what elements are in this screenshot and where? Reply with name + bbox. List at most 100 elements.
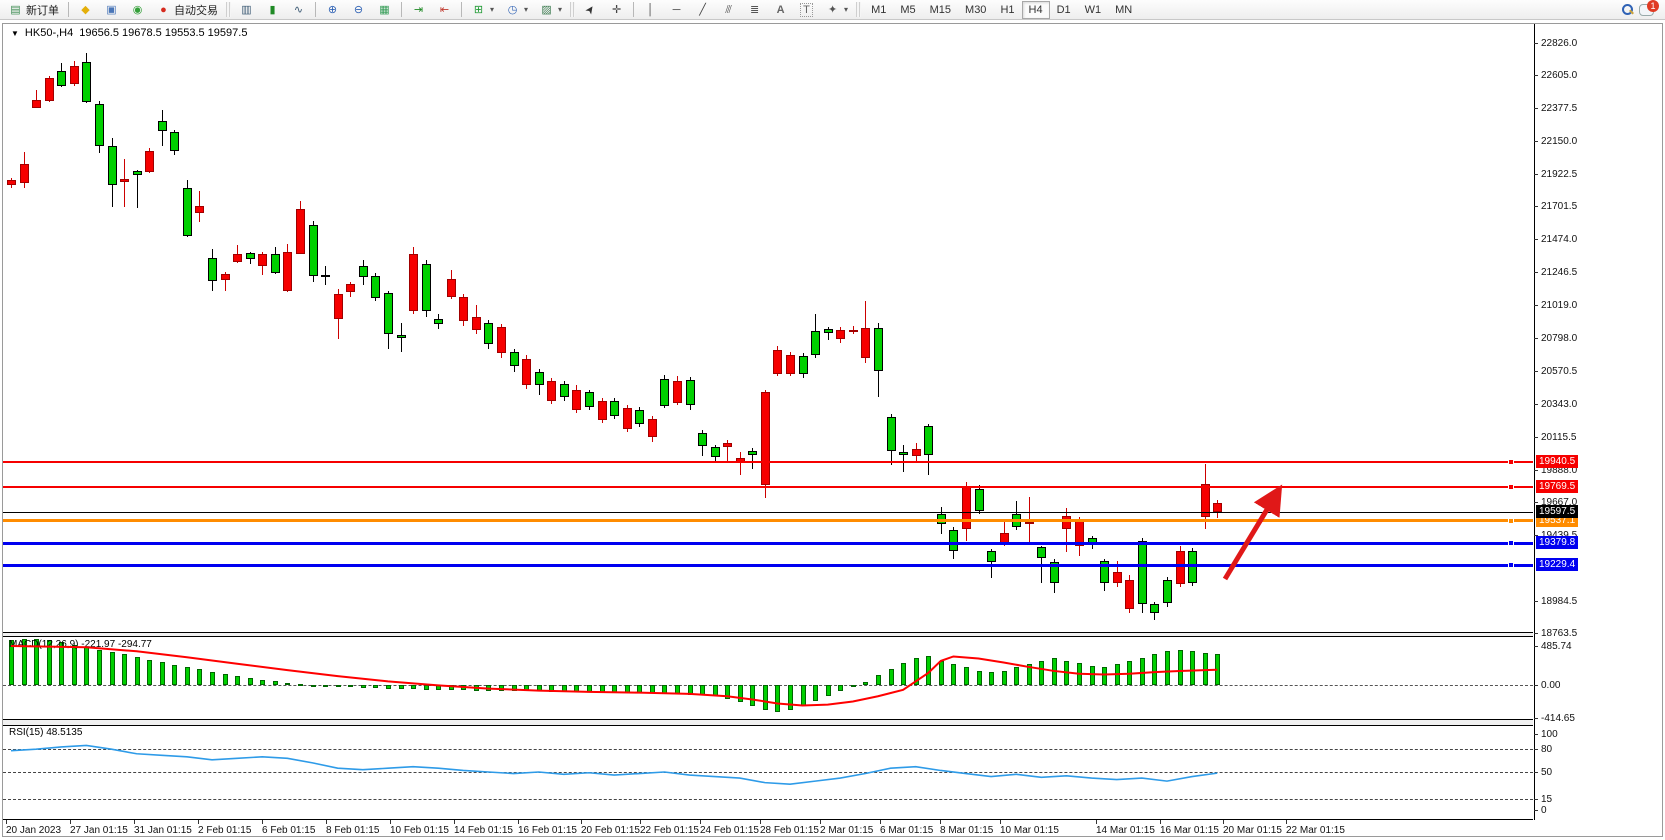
time-axis-label[interactable]: 14 Mar 01:15 bbox=[1096, 825, 1155, 836]
time-axis-label[interactable]: 20 Mar 01:15 bbox=[1223, 825, 1282, 836]
text-label-button[interactable] bbox=[794, 1, 819, 19]
timeframe-button-m15[interactable]: M15 bbox=[923, 1, 958, 19]
time-axis-label[interactable]: 22 Mar 01:15 bbox=[1286, 825, 1345, 836]
timeframe-button-m30[interactable]: M30 bbox=[958, 1, 993, 19]
terminal-button[interactable] bbox=[99, 1, 124, 19]
time-axis-label[interactable]: 10 Feb 01:15 bbox=[390, 825, 449, 836]
timeframe-button-m1[interactable]: M1 bbox=[864, 1, 893, 19]
rsi-line bbox=[11, 745, 1217, 784]
macd-histogram-bar bbox=[1140, 658, 1145, 685]
timeframe-button-mn[interactable]: MN bbox=[1108, 1, 1139, 19]
trendline-button[interactable] bbox=[690, 1, 715, 19]
time-axis-label[interactable]: 27 Jan 01:15 bbox=[70, 825, 128, 836]
arrows-button[interactable]: ▾ bbox=[820, 1, 853, 19]
zoom-in-button[interactable] bbox=[320, 1, 345, 19]
time-axis-label[interactable]: 28 Feb 01:15 bbox=[760, 825, 819, 836]
timeframe-button-h1[interactable]: H1 bbox=[993, 1, 1021, 19]
zoom-out-button[interactable] bbox=[346, 1, 371, 19]
time-axis-label[interactable]: 20 Feb 01:15 bbox=[581, 825, 640, 836]
cursor-button[interactable] bbox=[578, 1, 603, 19]
time-axis-label[interactable]: 2 Feb 01:15 bbox=[198, 825, 251, 836]
horizontal-line[interactable] bbox=[3, 564, 1533, 567]
time-axis-tick bbox=[198, 820, 199, 824]
macd-histogram-bar bbox=[197, 669, 202, 685]
rsi-axis-label: 0 bbox=[1541, 805, 1547, 816]
time-axis-label[interactable]: 16 Feb 01:15 bbox=[518, 825, 577, 836]
pane-splitter[interactable] bbox=[3, 632, 1533, 637]
price-axis-label: 20570.5 bbox=[1541, 366, 1577, 377]
macd-histogram-bar bbox=[675, 685, 680, 694]
templates-button[interactable]: ▾ bbox=[534, 1, 567, 19]
candle-body bbox=[120, 179, 129, 182]
line-chart-button[interactable] bbox=[286, 1, 311, 19]
mt4-application: 新订单 自动交易 ▾ ▾ ▾ ▾ bbox=[0, 0, 1665, 840]
horizontal-line[interactable] bbox=[3, 461, 1533, 463]
candle-body bbox=[987, 551, 996, 563]
horizontal-line[interactable] bbox=[3, 519, 1533, 522]
collapse-chart-icon[interactable]: ▼ bbox=[11, 29, 19, 38]
search-icon[interactable] bbox=[1622, 4, 1633, 15]
fibonacci-button[interactable] bbox=[742, 1, 767, 19]
macd-histogram-bar bbox=[926, 656, 931, 685]
time-axis-label[interactable]: 20 Jan 2023 bbox=[6, 825, 61, 836]
line-handle[interactable] bbox=[1508, 518, 1514, 524]
candle-body bbox=[422, 264, 431, 311]
auto-scroll-button[interactable] bbox=[406, 1, 431, 19]
vertical-line-button[interactable] bbox=[638, 1, 663, 19]
macd-axis-label: 0.00 bbox=[1541, 680, 1560, 691]
chat-icon[interactable]: 1 bbox=[1639, 4, 1654, 16]
new-order-button[interactable]: 新订单 bbox=[3, 1, 64, 19]
price-axis-tick bbox=[1534, 305, 1538, 306]
dropdown-arrow-icon: ▾ bbox=[490, 5, 494, 14]
market-watch-button[interactable] bbox=[73, 1, 98, 19]
equidistant-channel-button[interactable] bbox=[716, 1, 741, 19]
candlestick-chart-button[interactable] bbox=[260, 1, 285, 19]
candle-body bbox=[761, 392, 770, 484]
pane-splitter[interactable] bbox=[3, 719, 1533, 726]
macd-histogram-bar bbox=[600, 685, 605, 693]
time-axis-label[interactable]: 2 Mar 01:15 bbox=[820, 825, 873, 836]
rsi-label: RSI(15) 48.5135 bbox=[9, 727, 82, 738]
text-button[interactable] bbox=[768, 1, 793, 19]
time-axis-label[interactable]: 14 Feb 01:15 bbox=[454, 825, 513, 836]
chart-shift-button[interactable] bbox=[432, 1, 457, 19]
time-axis-label[interactable]: 8 Mar 01:15 bbox=[940, 825, 993, 836]
line-handle[interactable] bbox=[1508, 540, 1514, 546]
indicators-button[interactable]: ▾ bbox=[466, 1, 499, 19]
candle-body bbox=[1163, 580, 1172, 603]
macd-histogram-bar bbox=[348, 685, 353, 687]
candle-body bbox=[1062, 516, 1071, 529]
timeframe-button-h4[interactable]: H4 bbox=[1022, 1, 1050, 19]
macd-histogram-bar bbox=[411, 685, 416, 689]
macd-histogram-bar bbox=[386, 685, 391, 689]
time-axis-label[interactable]: 24 Feb 01:15 bbox=[700, 825, 759, 836]
time-axis-tick bbox=[760, 820, 761, 824]
time-axis-label[interactable]: 6 Feb 01:15 bbox=[262, 825, 315, 836]
macd-histogram-bar bbox=[260, 680, 265, 685]
timeframe-button-w1[interactable]: W1 bbox=[1078, 1, 1109, 19]
time-axis-label[interactable]: 6 Mar 01:15 bbox=[880, 825, 933, 836]
horizontal-line-button[interactable] bbox=[664, 1, 689, 19]
time-axis-label[interactable]: 10 Mar 01:15 bbox=[1000, 825, 1059, 836]
horizontal-line[interactable] bbox=[3, 542, 1533, 545]
macd-histogram-bar bbox=[738, 685, 743, 702]
time-axis-label[interactable]: 22 Feb 01:15 bbox=[640, 825, 699, 836]
rsi-axis-label: 80 bbox=[1541, 744, 1552, 755]
crosshair-button[interactable] bbox=[604, 1, 629, 19]
horizontal-line[interactable] bbox=[3, 486, 1533, 488]
time-axis-label[interactable]: 31 Jan 01:15 bbox=[134, 825, 192, 836]
auto-trading-button[interactable]: 自动交易 bbox=[151, 1, 223, 19]
candle-body bbox=[635, 410, 644, 425]
line-handle[interactable] bbox=[1508, 562, 1514, 568]
tile-windows-button[interactable] bbox=[372, 1, 397, 19]
time-axis-label[interactable]: 8 Feb 01:15 bbox=[326, 825, 379, 836]
timeframe-button-d1[interactable]: D1 bbox=[1050, 1, 1078, 19]
line-handle[interactable] bbox=[1508, 459, 1514, 465]
bar-chart-button[interactable] bbox=[234, 1, 259, 19]
time-axis-label[interactable]: 16 Mar 01:15 bbox=[1160, 825, 1219, 836]
timeframe-button-m5[interactable]: M5 bbox=[893, 1, 922, 19]
candle-body bbox=[447, 279, 456, 296]
line-handle[interactable] bbox=[1508, 484, 1514, 490]
periods-button[interactable]: ▾ bbox=[500, 1, 533, 19]
signals-button[interactable] bbox=[125, 1, 150, 19]
